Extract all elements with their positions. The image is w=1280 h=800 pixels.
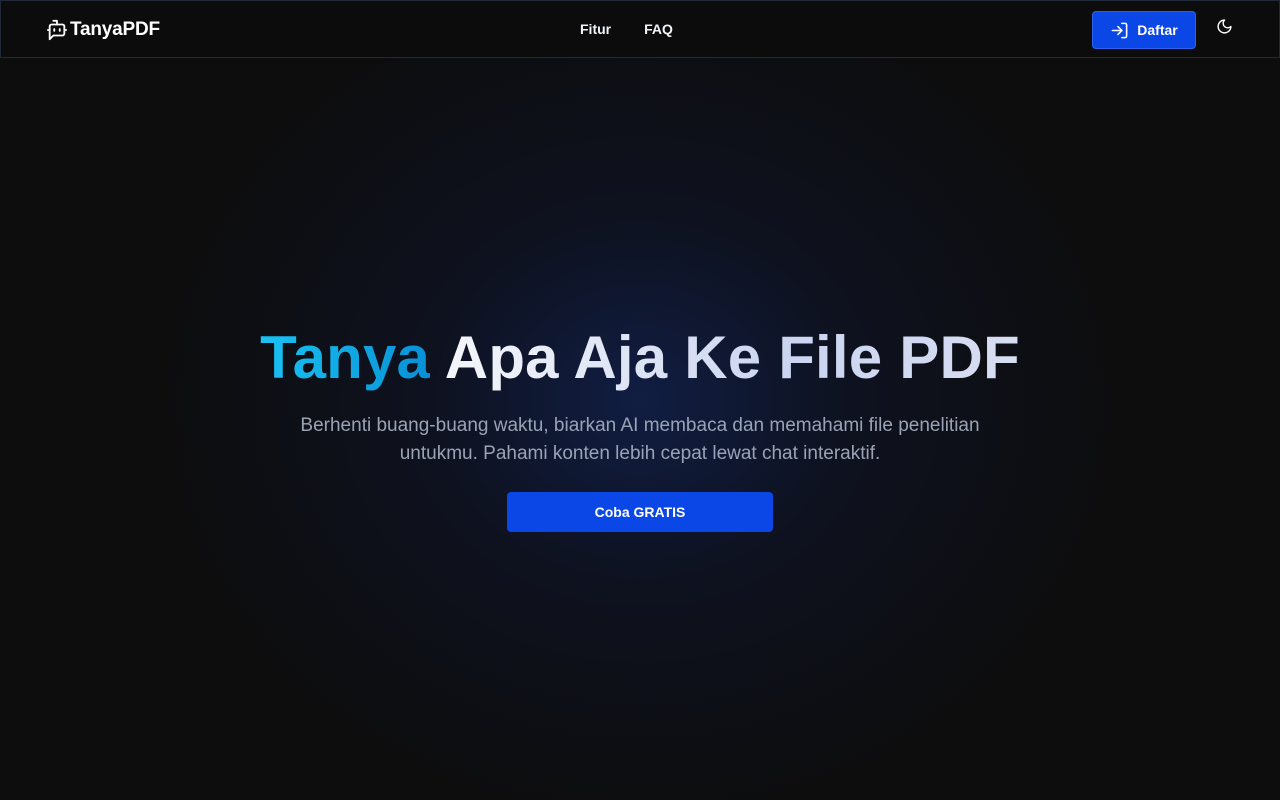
signup-button-label: Daftar (1137, 22, 1178, 38)
login-icon (1110, 21, 1129, 40)
main-nav: Fitur FAQ (580, 21, 673, 38)
hero-subtitle: Berhenti buang-buang waktu, biarkan AI m… (300, 415, 980, 464)
nav-link-faq[interactable]: FAQ (644, 21, 673, 38)
chat-bot-icon (46, 19, 68, 41)
brand-name: TanyaPDF (70, 19, 160, 40)
landing-page: TanyaPDF Fitur FAQ Daftar Tanya Apa Aja … (0, 0, 1280, 800)
try-free-button[interactable]: Coba GRATIS (507, 492, 773, 532)
signup-button[interactable]: Daftar (1092, 11, 1196, 49)
brand-logo-link[interactable]: TanyaPDF (46, 17, 160, 43)
hero-title-rest: Apa Aja Ke File PDF (444, 324, 1020, 391)
moon-icon (1216, 18, 1233, 40)
nav-link-fitur[interactable]: Fitur (580, 21, 611, 38)
hero-title: Tanya Apa Aja Ke File PDF (0, 322, 1280, 394)
theme-toggle-button[interactable] (1212, 17, 1236, 41)
try-free-button-label: Coba GRATIS (594, 504, 686, 520)
hero-title-accent: Tanya (260, 324, 431, 391)
top-navbar: TanyaPDF Fitur FAQ Daftar (0, 0, 1280, 58)
